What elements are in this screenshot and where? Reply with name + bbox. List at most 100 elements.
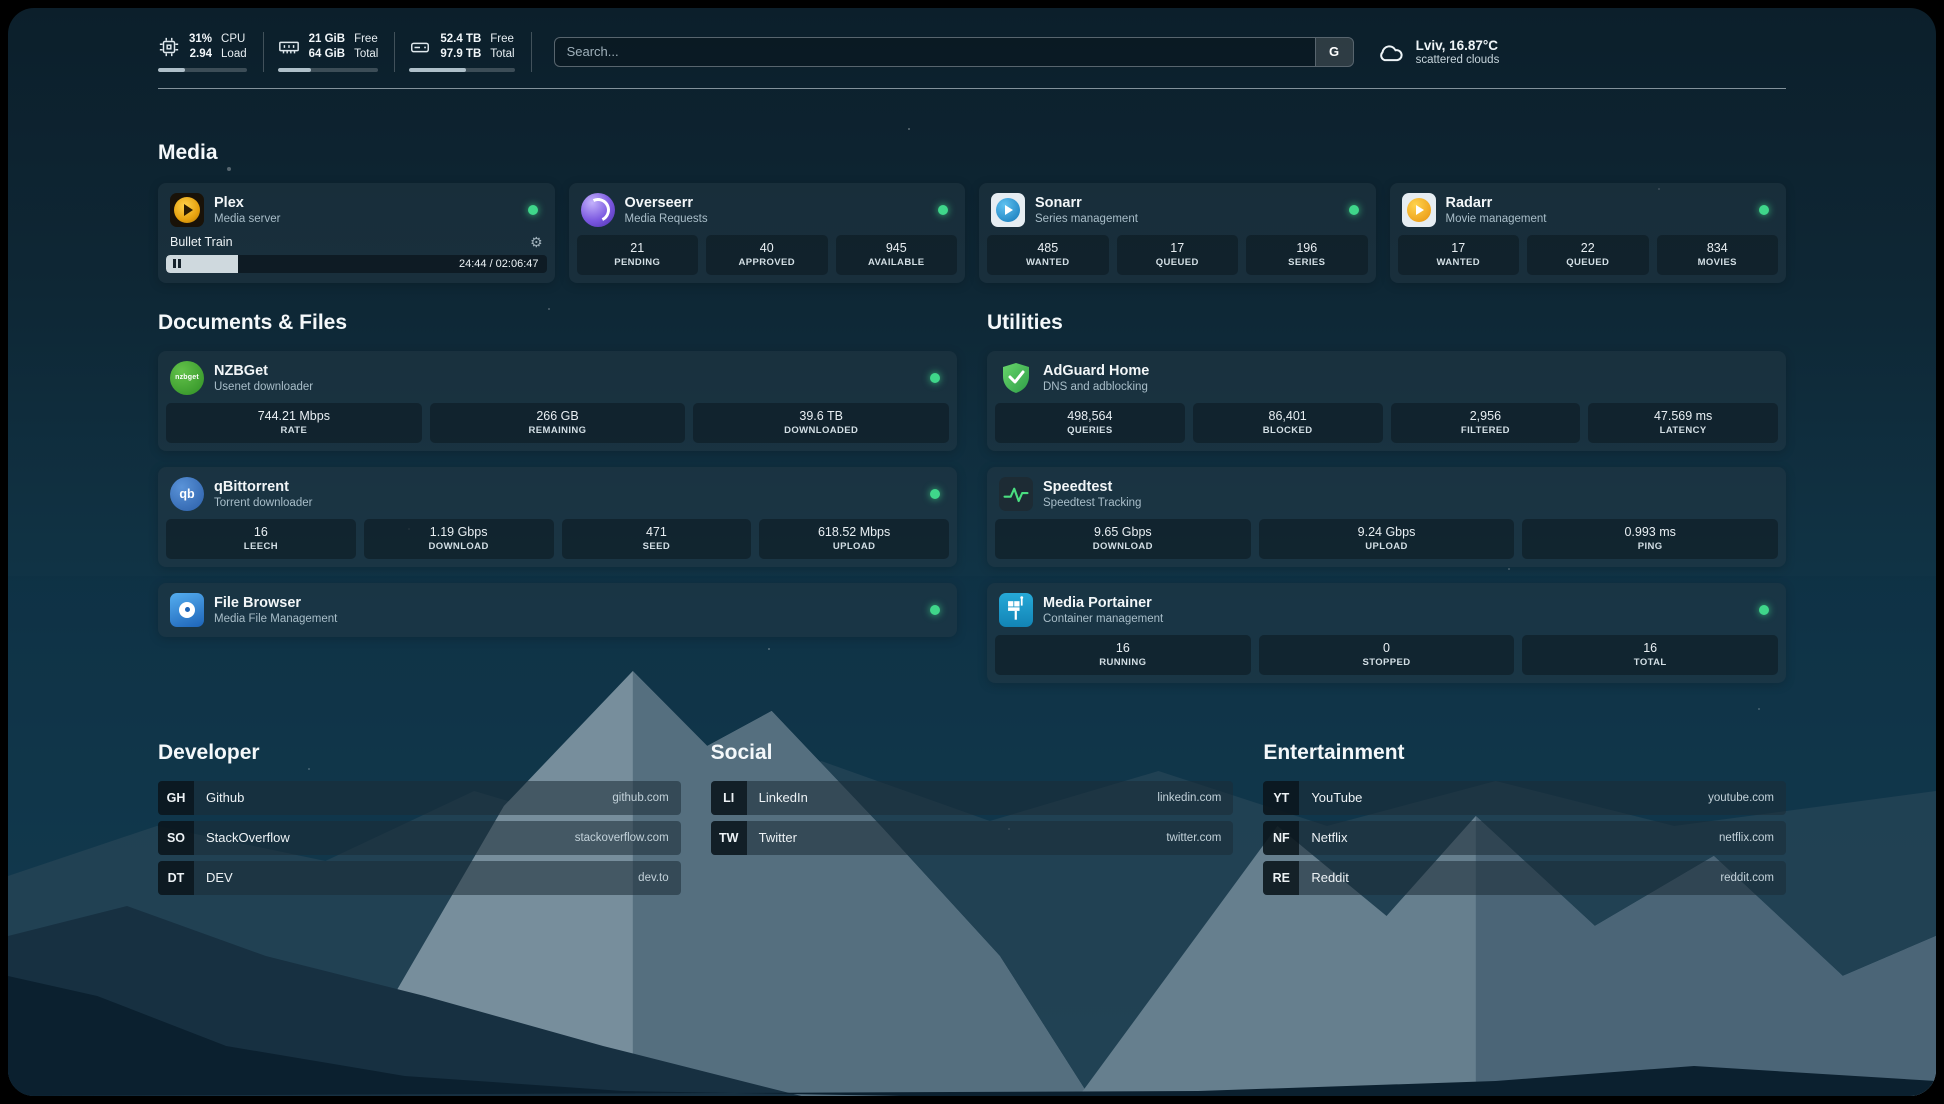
stat-label: DOWNLOAD: [429, 541, 489, 552]
service-card-nzbget[interactable]: nzbget NZBGet Usenet downloader 744.21 M…: [158, 351, 957, 451]
service-card-filebrowser[interactable]: File Browser Media File Management: [158, 583, 957, 637]
bookmark-name: StackOverflow: [206, 830, 290, 845]
service-name: File Browser: [214, 595, 337, 611]
bookmark-name: Netflix: [1311, 830, 1347, 845]
stat-value: 498,564: [1067, 409, 1112, 423]
service-card-plex[interactable]: Plex Media server Bullet Train ⚙ 24:44 /…: [158, 183, 555, 283]
bookmark-url: github.com: [612, 792, 668, 804]
stat-tile: 22 QUEUED: [1527, 235, 1649, 275]
stat-value: 39.6 TB: [799, 409, 843, 423]
bookmark-dev[interactable]: DT DEV dev.to: [158, 861, 681, 895]
bookmark-reddit[interactable]: RE Reddit reddit.com: [1263, 861, 1786, 895]
bookmark-url: dev.to: [638, 872, 668, 884]
service-card-overseerr[interactable]: Overseerr Media Requests 21 PENDING 40 A…: [569, 183, 966, 283]
stat-label: UPLOAD: [1365, 541, 1408, 552]
stat-value: 618.52 Mbps: [818, 525, 890, 539]
stat-value: 471: [646, 525, 667, 539]
service-card-adguard[interactable]: AdGuard Home DNS and adblocking 498,564 …: [987, 351, 1786, 451]
stat-tile: 744.21 Mbps RATE: [166, 403, 422, 443]
service-card-sonarr[interactable]: Sonarr Series management 485 WANTED 17 Q…: [979, 183, 1376, 283]
stat-tile: 39.6 TB DOWNLOADED: [693, 403, 949, 443]
speedtest-icon: [999, 477, 1033, 511]
stat-label: LATENCY: [1660, 425, 1707, 436]
cpu-progress-fill: [158, 68, 185, 72]
service-name: AdGuard Home: [1043, 363, 1149, 379]
gear-icon[interactable]: ⚙: [530, 235, 543, 249]
stat-value: 40: [760, 241, 774, 255]
service-desc: Usenet downloader: [214, 381, 313, 393]
service-name: Radarr: [1446, 195, 1547, 211]
stat-value: 21: [630, 241, 644, 255]
bookmark-github[interactable]: GH Github github.com: [158, 781, 681, 815]
disk-total: 97.9 TB: [440, 47, 481, 62]
section-title-documents: Documents & Files: [158, 311, 957, 335]
bookmark-abbr: DT: [158, 861, 194, 895]
portainer-icon: [999, 593, 1033, 627]
service-name: Media Portainer: [1043, 595, 1163, 611]
stat-value: 0: [1383, 641, 1390, 655]
stat-label: RATE: [280, 425, 307, 436]
status-dot: [1759, 605, 1769, 615]
pause-icon[interactable]: [173, 255, 181, 273]
service-desc: Media File Management: [214, 613, 337, 625]
weather-widget: Lviv, 16.87°C scattered clouds: [1376, 37, 1500, 67]
ram-free: 21 GiB: [309, 32, 345, 47]
bookmark-group-title: Entertainment: [1263, 741, 1786, 765]
bookmark-linkedin[interactable]: LI LinkedIn linkedin.com: [711, 781, 1234, 815]
qbittorrent-icon: qb: [170, 477, 204, 511]
bookmark-abbr: TW: [711, 821, 747, 855]
bookmark-group-entertainment: Entertainment YT YouTube youtube.com NF …: [1263, 741, 1786, 901]
service-desc: Media Requests: [625, 213, 708, 225]
stat-label: DOWNLOADED: [784, 425, 858, 436]
stat-value: 834: [1707, 241, 1728, 255]
stat-tile: 9.24 Gbps UPLOAD: [1259, 519, 1515, 559]
stat-value: 17: [1451, 241, 1465, 255]
utilities-column: Utilities: [987, 283, 1786, 683]
bookmark-stackoverflow[interactable]: SO StackOverflow stackoverflow.com: [158, 821, 681, 855]
status-dot: [1349, 205, 1359, 215]
bookmark-url: linkedin.com: [1157, 792, 1221, 804]
stat-label: WANTED: [1436, 257, 1480, 268]
stat-tile: 47.569 ms LATENCY: [1588, 403, 1778, 443]
service-name: Speedtest: [1043, 479, 1141, 495]
stat-label: FILTERED: [1461, 425, 1510, 436]
ram-free-label: Free: [354, 32, 378, 47]
documents-column: Documents & Files nzbget NZBGet Usenet d…: [158, 283, 957, 637]
disk-free: 52.4 TB: [440, 32, 481, 47]
stat-value: 196: [1296, 241, 1317, 255]
service-card-radarr[interactable]: Radarr Movie management 17 WANTED 22 QUE…: [1390, 183, 1787, 283]
bookmark-group-title: Developer: [158, 741, 681, 765]
stat-label: AVAILABLE: [868, 257, 925, 268]
search-input[interactable]: [555, 38, 1315, 66]
stat-tile: 196 SERIES: [1246, 235, 1368, 275]
stat-label: PENDING: [614, 257, 660, 268]
service-card-portainer[interactable]: Media Portainer Container management 16 …: [987, 583, 1786, 683]
bookmark-name: Twitter: [759, 830, 797, 845]
stat-label: UPLOAD: [833, 541, 876, 552]
stat-tile: 471 SEED: [562, 519, 752, 559]
bookmark-netflix[interactable]: NF Netflix netflix.com: [1263, 821, 1786, 855]
status-dot: [1759, 205, 1769, 215]
bookmark-youtube[interactable]: YT YouTube youtube.com: [1263, 781, 1786, 815]
service-desc: Movie management: [1446, 213, 1547, 225]
stat-tile: 945 AVAILABLE: [836, 235, 958, 275]
cpu-percent: 31%: [189, 32, 212, 47]
stat-value: 485: [1037, 241, 1058, 255]
bookmark-name: DEV: [206, 870, 233, 885]
weather-location: Lviv, 16.87°C: [1416, 38, 1500, 53]
stat-label: RUNNING: [1099, 657, 1146, 668]
top-bar: 31% 2.94 CPU Load: [158, 8, 1786, 72]
stat-label: SEED: [643, 541, 670, 552]
service-desc: Media server: [214, 213, 280, 225]
service-card-speedtest[interactable]: Speedtest Speedtest Tracking 9.65 Gbps D…: [987, 467, 1786, 567]
media-grid: Plex Media server Bullet Train ⚙ 24:44 /…: [158, 183, 1786, 283]
stat-tile: 1.19 Gbps DOWNLOAD: [364, 519, 554, 559]
bookmark-twitter[interactable]: TW Twitter twitter.com: [711, 821, 1234, 855]
service-desc: Container management: [1043, 613, 1163, 625]
search-provider-button[interactable]: G: [1315, 38, 1353, 66]
plex-player-bar[interactable]: 24:44 / 02:06:47: [166, 255, 547, 273]
service-name: Overseerr: [625, 195, 708, 211]
service-name: NZBGet: [214, 363, 313, 379]
service-card-qbittorrent[interactable]: qb qBittorrent Torrent downloader 16 LEE…: [158, 467, 957, 567]
disk-icon: [409, 36, 431, 58]
